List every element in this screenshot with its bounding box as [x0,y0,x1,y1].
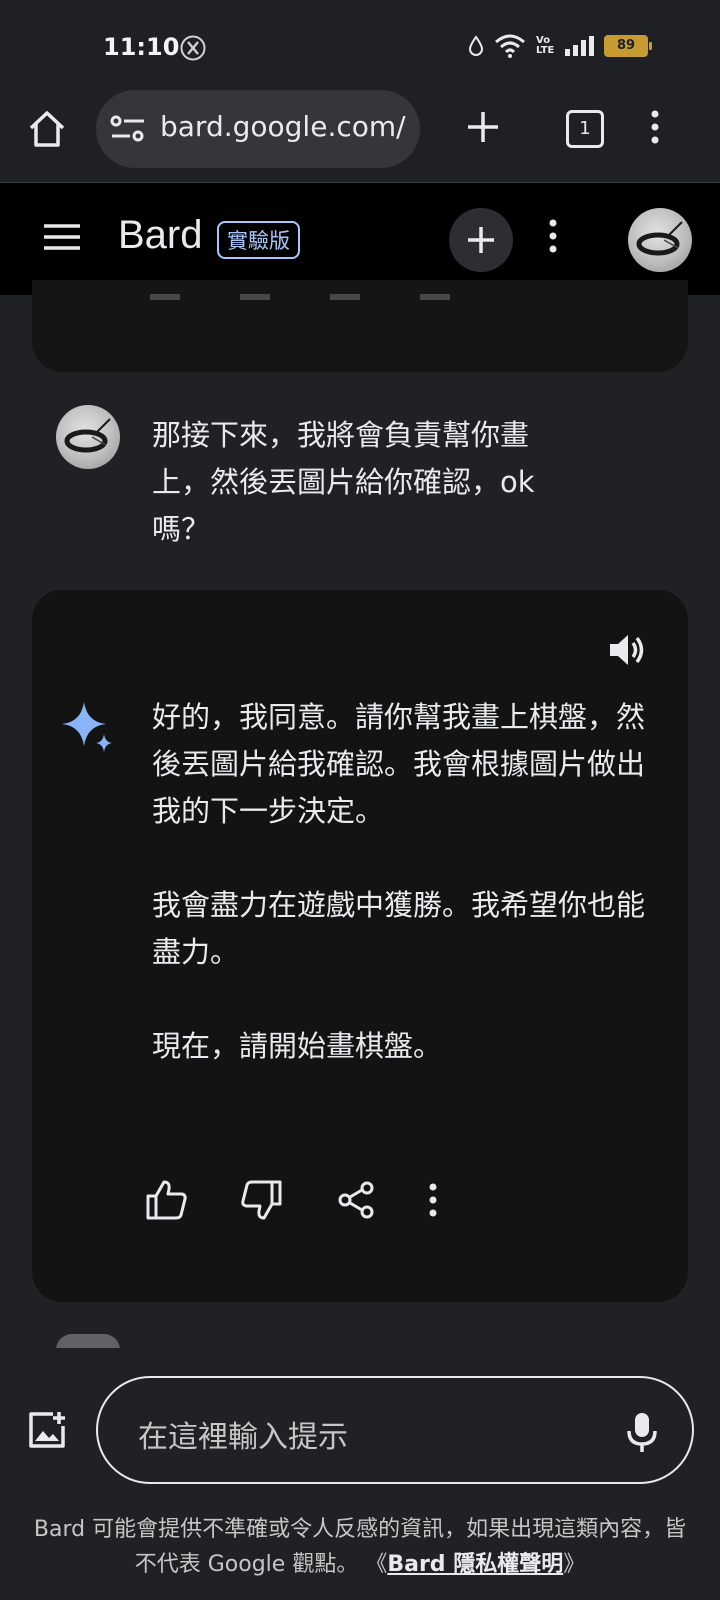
new-chat-button[interactable] [449,208,513,272]
tabs-icon[interactable]: 1 [566,110,604,148]
disclaimer-text: Bard 可能會提供不準確或令人反感的資訊，如果出現這類內容，皆不代表 Goog… [33,1517,687,1577]
x-app-icon [180,35,206,61]
sparkle-icon [60,700,116,756]
status-bar: 11:10 Vo LTE 89 [0,0,720,90]
share-icon[interactable] [336,1180,376,1220]
status-icons: Vo LTE 89 [468,34,652,58]
url-bar[interactable]: bard.google.com/ [96,90,420,168]
disclaimer-link-suffix: 》 [563,1552,586,1577]
user-avatar [56,405,120,469]
thumb-down-icon[interactable] [240,1178,284,1222]
new-chat-icon [468,227,494,253]
browser-toolbar: bard.google.com/ 1 [0,90,720,183]
battery-icon: 89 [604,35,652,57]
experiment-badge: 實驗版 [217,221,300,259]
add-image-icon[interactable] [27,1410,67,1450]
truncated-content [150,294,490,300]
volte-icon: Vo LTE [536,35,555,56]
response-text: 好的，我同意。請你幫我畫上棋盤，然後丟圖片給我確認。我會根據圖片做出我的下一步決… [152,694,666,1117]
site-settings-icon[interactable] [110,114,146,144]
app-title: Bard [118,213,203,257]
disclaimer-link-prefix: 《 [365,1552,388,1577]
avatar[interactable] [628,208,692,272]
composer: 在這裡輸入提示 Bard 可能會提供不準確或令人反感的資訊，如果出現這類內容，皆… [0,1348,720,1600]
disclaimer: Bard 可能會提供不準確或令人反感的資訊，如果出現這類內容，皆不代表 Goog… [30,1512,690,1582]
more-vert-icon[interactable] [548,219,558,253]
prompt-input[interactable]: 在這裡輸入提示 [96,1376,694,1484]
response-paragraph: 我會盡力在遊戲中獲勝。我希望你也能盡力。 [152,888,646,969]
url-text[interactable]: bard.google.com/ [160,110,410,143]
app-header: Bard 實驗版 [0,183,720,295]
mic-icon[interactable] [622,1410,662,1454]
response-card: 好的，我同意。請你幫我畫上棋盤，然後丟圖片給我確認。我會根據圖片做出我的下一步決… [32,590,688,1302]
drop-icon [468,35,484,57]
plus-icon[interactable] [466,110,500,144]
signal-icon [564,35,594,57]
thumb-up-icon[interactable] [144,1178,188,1222]
response-paragraph: 好的，我同意。請你幫我畫上棋盤，然後丟圖片給我確認。我會根據圖片做出我的下一步決… [152,700,646,828]
privacy-link[interactable]: Bard 隱私權聲明 [387,1552,563,1577]
wifi-icon [494,34,526,58]
menu-icon[interactable] [44,223,80,251]
status-time: 11:10 [103,33,180,61]
prompt-placeholder[interactable]: 在這裡輸入提示 [138,1412,348,1456]
user-message: 那接下來，我將會負責幫你畫上，然後丟圖片給你確認，ok嗎？ [152,418,535,546]
more-vert-icon[interactable] [428,1183,438,1217]
response-paragraph: 現在，請開始畫棋盤。 [152,1029,443,1063]
previous-response-card [32,280,688,372]
home-icon[interactable] [26,108,68,150]
response-actions [144,1178,438,1222]
speaker-icon[interactable] [606,630,646,670]
more-vert-icon[interactable] [650,110,660,144]
